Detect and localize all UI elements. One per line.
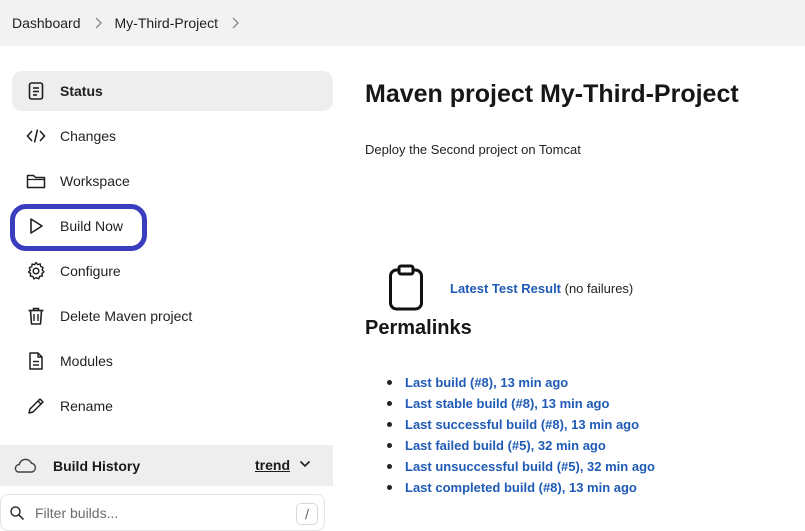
- pencil-icon: [24, 394, 48, 418]
- sidebar-item-label: Status: [60, 83, 103, 99]
- bullet-icon: [387, 485, 392, 490]
- sidebar-item-build-now[interactable]: Build Now: [12, 206, 333, 246]
- gear-icon: [24, 259, 48, 283]
- bullet-icon: [387, 443, 392, 448]
- permalink-last-unsuccessful-build[interactable]: Last unsuccessful build (#5), 32 min ago: [405, 459, 655, 474]
- sidebar-item-configure[interactable]: Configure: [12, 251, 333, 291]
- sidebar-item-label: Configure: [60, 263, 121, 279]
- list-item: Last stable build (#8), 13 min ago: [387, 393, 655, 414]
- sidebar-item-workspace[interactable]: Workspace: [12, 161, 333, 201]
- list-item: Last failed build (#5), 32 min ago: [387, 435, 655, 456]
- code-icon: [24, 124, 48, 148]
- sidebar-item-delete-project[interactable]: Delete Maven project: [12, 296, 333, 336]
- search-icon: [9, 505, 25, 521]
- permalinks-list: Last build (#8), 13 min ago Last stable …: [387, 372, 655, 498]
- project-description: Deploy the Second project on Tomcat: [365, 142, 581, 157]
- permalink-last-stable-build[interactable]: Last stable build (#8), 13 min ago: [405, 396, 609, 411]
- permalink-last-build[interactable]: Last build (#8), 13 min ago: [405, 375, 568, 390]
- latest-test-result-link[interactable]: Latest Test Result: [450, 281, 561, 296]
- test-result-status: (no failures): [561, 281, 634, 296]
- bullet-icon: [387, 422, 392, 427]
- list-item: Last successful build (#8), 13 min ago: [387, 414, 655, 435]
- sidebar-item-status[interactable]: Status: [12, 71, 333, 111]
- list-item: Last build (#8), 13 min ago: [387, 372, 655, 393]
- bullet-icon: [387, 464, 392, 469]
- filter-builds-box: /: [0, 494, 325, 531]
- permalink-last-failed-build[interactable]: Last failed build (#5), 32 min ago: [405, 438, 606, 453]
- chevron-right-icon[interactable]: [230, 16, 240, 30]
- sidebar-item-rename[interactable]: Rename: [12, 386, 333, 426]
- sidebar-item-label: Build Now: [60, 218, 124, 234]
- bullet-icon: [387, 401, 392, 406]
- trash-icon: [24, 304, 48, 328]
- play-icon: [24, 214, 48, 238]
- page-title: Maven project My-Third-Project: [365, 80, 739, 108]
- chevron-right-icon: [93, 16, 103, 30]
- sidebar-item-label: Changes: [60, 128, 117, 144]
- clipboard-icon: [387, 264, 425, 312]
- document-icon: [24, 349, 48, 373]
- list-item: Last completed build (#8), 13 min ago: [387, 477, 655, 498]
- filter-builds-input[interactable]: [35, 504, 275, 521]
- breadcrumb-project[interactable]: My-Third-Project: [115, 15, 218, 31]
- sidebar-item-label: Workspace: [60, 173, 130, 189]
- sidebar-item-label: Delete Maven project: [60, 308, 193, 324]
- folder-icon: [24, 169, 48, 193]
- sidebar: Status Changes Workspace Build Now Confi…: [0, 46, 345, 531]
- build-history-title: Build History: [53, 457, 141, 474]
- permalinks-heading: Permalinks: [365, 317, 472, 339]
- sidebar-item-label: Rename: [60, 398, 113, 414]
- breadcrumb-dashboard[interactable]: Dashboard: [12, 15, 81, 31]
- keyboard-shortcut-hint: /: [296, 503, 318, 525]
- trend-link[interactable]: trend: [255, 457, 290, 473]
- bullet-icon: [387, 380, 392, 385]
- chevron-down-icon[interactable]: [298, 457, 312, 471]
- cloud-icon: [12, 456, 38, 476]
- sidebar-item-label: Modules: [60, 353, 113, 369]
- breadcrumb: Dashboard My-Third-Project: [0, 0, 805, 46]
- status-document-icon: [24, 79, 48, 103]
- sidebar-item-changes[interactable]: Changes: [12, 116, 333, 156]
- sidebar-item-modules[interactable]: Modules: [12, 341, 333, 381]
- list-item: Last unsuccessful build (#5), 32 min ago: [387, 456, 655, 477]
- build-history-header: Build History trend: [0, 445, 333, 486]
- permalink-last-successful-build[interactable]: Last successful build (#8), 13 min ago: [405, 417, 639, 432]
- test-result-line: Latest Test Result (no failures): [450, 281, 633, 296]
- permalink-last-completed-build[interactable]: Last completed build (#8), 13 min ago: [405, 480, 637, 495]
